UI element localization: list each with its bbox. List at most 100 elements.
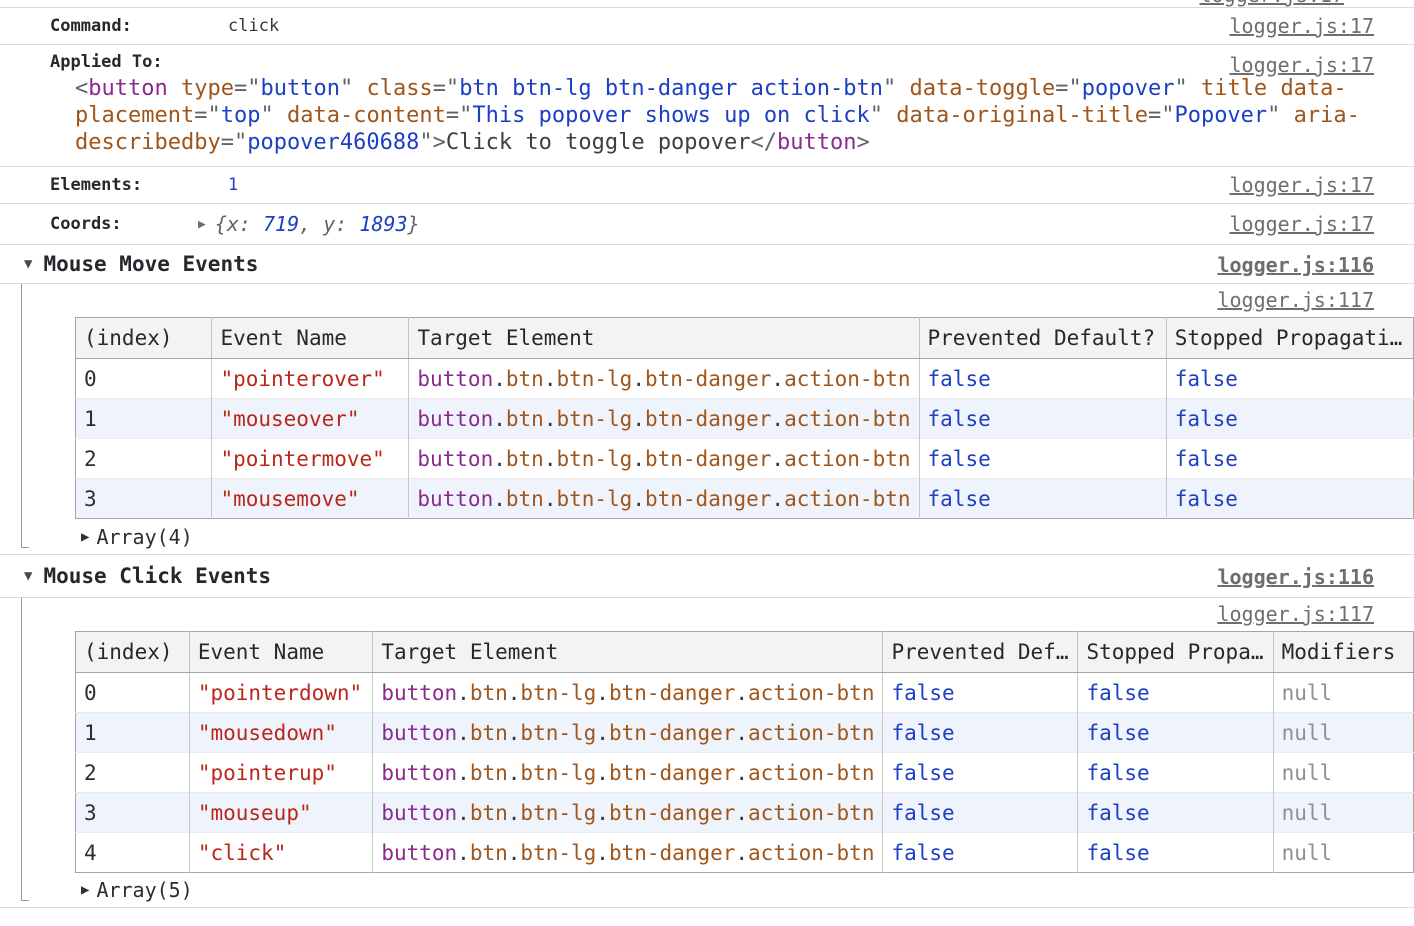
table-cell: "pointerdown": [189, 673, 373, 713]
table-cell: button.btn.btn-lg.btn-danger.action-btn: [373, 673, 883, 713]
source-location-link[interactable]: logger.js:17: [1230, 14, 1375, 38]
selector-dot: .: [596, 761, 609, 785]
selector-class: btn-lg: [556, 367, 632, 391]
code-token-p: ">: [419, 130, 446, 155]
code-token-v: popover: [1082, 76, 1175, 101]
code-token-t: button: [777, 130, 856, 155]
selector-class: btn-lg: [556, 447, 632, 471]
selector-dot: .: [493, 407, 506, 431]
selector-dot: .: [544, 367, 557, 391]
group-title[interactable]: Mouse Move Events: [43, 252, 258, 276]
table-source-row: logger.js:117: [0, 284, 1414, 317]
disclosure-triangle-collapsed-icon[interactable]: ▶: [81, 529, 89, 545]
selector-dot: .: [508, 721, 521, 745]
disclosure-triangle-expanded-icon[interactable]: ▼: [24, 568, 32, 584]
selector-class: btn-danger: [609, 801, 735, 825]
coords-object-preview[interactable]: {x: 719, y: 1893}: [215, 212, 420, 236]
table-cell: button.btn.btn-lg.btn-danger.action-btn: [409, 399, 919, 439]
table-cell: "mouseup": [189, 793, 373, 833]
table-cell: false: [1166, 399, 1413, 439]
column-header[interactable]: Event Name: [212, 318, 409, 359]
elements-label: Elements:: [50, 175, 228, 195]
group-header-mouse-move-events[interactable]: ▼ Mouse Move Events logger.js:116: [0, 245, 1414, 284]
table-cell: false: [1078, 713, 1273, 753]
selector-class: btn: [470, 761, 508, 785]
column-header[interactable]: Target Element: [409, 318, 919, 359]
table-cell: 0: [76, 673, 190, 713]
array-summary-label[interactable]: Array(5): [96, 878, 192, 902]
column-header[interactable]: Event Name: [189, 632, 373, 673]
disclosure-triangle-collapsed-icon[interactable]: ▶: [198, 217, 206, 232]
column-header[interactable]: Prevented Def…: [883, 632, 1078, 673]
table-cell: false: [1166, 439, 1413, 479]
source-location-link[interactable]: logger.js:117: [1217, 602, 1374, 626]
group-title[interactable]: Mouse Click Events: [43, 564, 271, 588]
source-location-link[interactable]: logger.js:17: [1230, 212, 1375, 236]
table-cell: false: [919, 439, 1166, 479]
table-row: 1"mouseover"button.btn.btn-lg.btn-danger…: [76, 399, 1414, 439]
code-token-p: =": [1055, 76, 1082, 101]
table-cell: false: [919, 479, 1166, 519]
array-summary[interactable]: ▶ Array(4): [0, 519, 1414, 554]
code-token-p: =": [221, 130, 248, 155]
selector-tag: button: [417, 487, 493, 511]
table-cell: false: [883, 793, 1078, 833]
code-token-a: data-content: [287, 103, 446, 128]
selector-dot: .: [544, 407, 557, 431]
selector-tag: button: [417, 407, 493, 431]
table-cell: "click": [189, 833, 373, 873]
selector-dot: .: [771, 407, 784, 431]
table-cell: button.btn.btn-lg.btn-danger.action-btn: [373, 793, 883, 833]
source-location-link[interactable]: logger.js:116: [1217, 253, 1374, 277]
table-cell: false: [1166, 479, 1413, 519]
code-token-a: placement: [75, 103, 194, 128]
selector-dot: .: [457, 841, 470, 865]
source-location-link[interactable]: logger.js:17: [1230, 173, 1375, 197]
table-cell: "mousemove": [212, 479, 409, 519]
selector-dot: .: [771, 367, 784, 391]
selector-class: btn-lg: [520, 681, 596, 705]
source-location-link[interactable]: logger.js:17: [1200, 0, 1345, 7]
selector-class: action-btn: [784, 487, 910, 511]
code-token-v: btn btn-lg btn-danger action-btn: [459, 76, 883, 101]
selector-class: action-btn: [748, 841, 874, 865]
disclosure-triangle-expanded-icon[interactable]: ▼: [24, 256, 32, 272]
disclosure-triangle-collapsed-icon[interactable]: ▶: [81, 882, 89, 898]
source-location-link[interactable]: logger.js:117: [1217, 288, 1374, 312]
column-header[interactable]: (index): [76, 318, 212, 359]
column-header[interactable]: (index): [76, 632, 190, 673]
array-summary-label[interactable]: Array(4): [96, 525, 192, 549]
column-header[interactable]: Stopped Propa…: [1078, 632, 1273, 673]
html-element-preview[interactable]: <button type="button" class="btn btn-lg …: [75, 75, 1414, 156]
column-header[interactable]: Stopped Propagati…: [1166, 318, 1413, 359]
column-header[interactable]: Prevented Default?: [919, 318, 1166, 359]
console-message-coords: Coords: ▶ {x: 719, y: 1893} logger.js:17: [0, 204, 1414, 245]
code-token-v: This popover shows up on click: [472, 103, 869, 128]
code-token-p: ": [870, 103, 897, 128]
source-location-link[interactable]: logger.js:116: [1217, 565, 1374, 589]
table-cell: button.btn.btn-lg.btn-danger.action-btn: [373, 753, 883, 793]
table-cell: null: [1273, 833, 1413, 873]
source-location-link[interactable]: logger.js:17: [1230, 53, 1375, 77]
selector-tag: button: [381, 761, 457, 785]
selector-class: btn-danger: [645, 407, 771, 431]
column-header[interactable]: Modifiers: [1273, 632, 1413, 673]
selector-dot: .: [508, 761, 521, 785]
code-token-a: title: [1201, 76, 1267, 101]
selector-class: btn-danger: [645, 447, 771, 471]
selector-dot: .: [735, 761, 748, 785]
selector-class: btn-danger: [609, 761, 735, 785]
selector-class: btn-lg: [520, 801, 596, 825]
selector-dot: .: [632, 367, 645, 391]
table-cell: false: [1078, 833, 1273, 873]
selector-dot: .: [735, 841, 748, 865]
column-header[interactable]: Target Element: [373, 632, 883, 673]
group-header-mouse-click-events[interactable]: ▼ Mouse Click Events logger.js:116: [0, 555, 1414, 598]
selector-dot: .: [508, 681, 521, 705]
code-token-p: =": [194, 103, 221, 128]
code-token-p: ": [1174, 76, 1201, 101]
array-summary[interactable]: ▶ Array(5): [0, 873, 1414, 907]
table-cell: false: [883, 673, 1078, 713]
selector-dot: .: [632, 487, 645, 511]
group-indent-line: [21, 284, 29, 548]
